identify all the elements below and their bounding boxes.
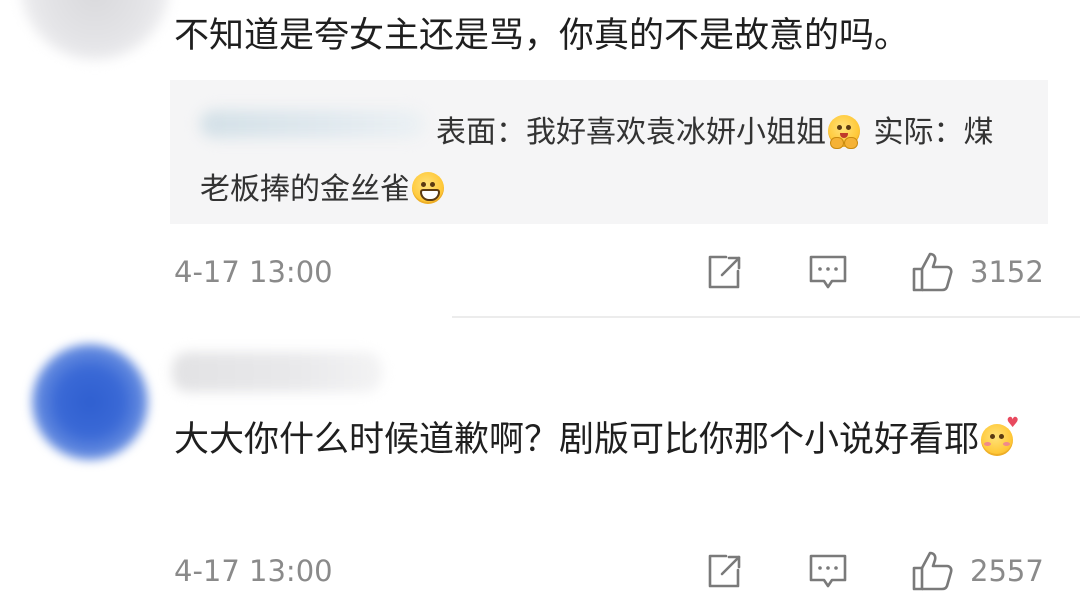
share-icon <box>708 554 741 588</box>
reply-preview[interactable]: 表面：我好喜欢袁冰妍小姐姐 实际：煤老板捧的金丝雀 <box>170 80 1048 224</box>
divider <box>452 316 1080 318</box>
like-count: 2557 <box>970 554 1044 588</box>
smiling-face-with-hearts-emoji-icon: ♥ <box>981 416 1019 456</box>
reply-button[interactable] <box>806 250 850 294</box>
comment-text: 不知道是夸女主还是骂，你真的不是故意的吗。 <box>174 16 910 56</box>
comment-icon <box>809 554 847 588</box>
like-count: 3152 <box>970 255 1044 289</box>
share-icon <box>708 255 741 289</box>
comment-text-body: 大大你什么时候道歉啊？剧版可比你那个小说好看耶 <box>174 420 980 460</box>
share-button[interactable] <box>702 250 746 294</box>
reply-text: 表面：我好喜欢袁冰妍小姐姐 实际：煤老板捧的金丝雀 <box>200 104 1000 218</box>
avatar[interactable] <box>20 0 170 60</box>
comment-icon <box>809 255 847 289</box>
grinning-face-emoji-icon <box>412 172 444 204</box>
thumbs-up-icon <box>912 252 953 292</box>
comment-meta-row: 4-17 13:00 <box>0 246 1080 296</box>
comment-meta-row: 4-17 13:00 <box>0 545 1080 595</box>
avatar[interactable] <box>32 344 148 460</box>
username-blurred[interactable] <box>172 352 382 392</box>
timestamp: 4-17 13:00 <box>174 554 333 588</box>
hugging-face-emoji-icon <box>828 115 860 149</box>
reply-text-part-1: 表面：我好喜欢袁冰妍小姐姐 <box>436 115 826 150</box>
thumbs-up-icon <box>912 551 953 591</box>
like-button[interactable] <box>910 549 954 593</box>
reply-button[interactable] <box>806 549 850 593</box>
timestamp: 4-17 13:00 <box>174 255 333 289</box>
comment-text: 大大你什么时候道歉啊？剧版可比你那个小说好看耶 ♥ <box>174 410 1054 470</box>
like-button[interactable] <box>910 250 954 294</box>
comment-feed: 不知道是夸女主还是骂，你真的不是故意的吗。 表面：我好喜欢袁冰妍小姐姐 实际：煤… <box>0 0 1080 611</box>
share-button[interactable] <box>702 549 746 593</box>
